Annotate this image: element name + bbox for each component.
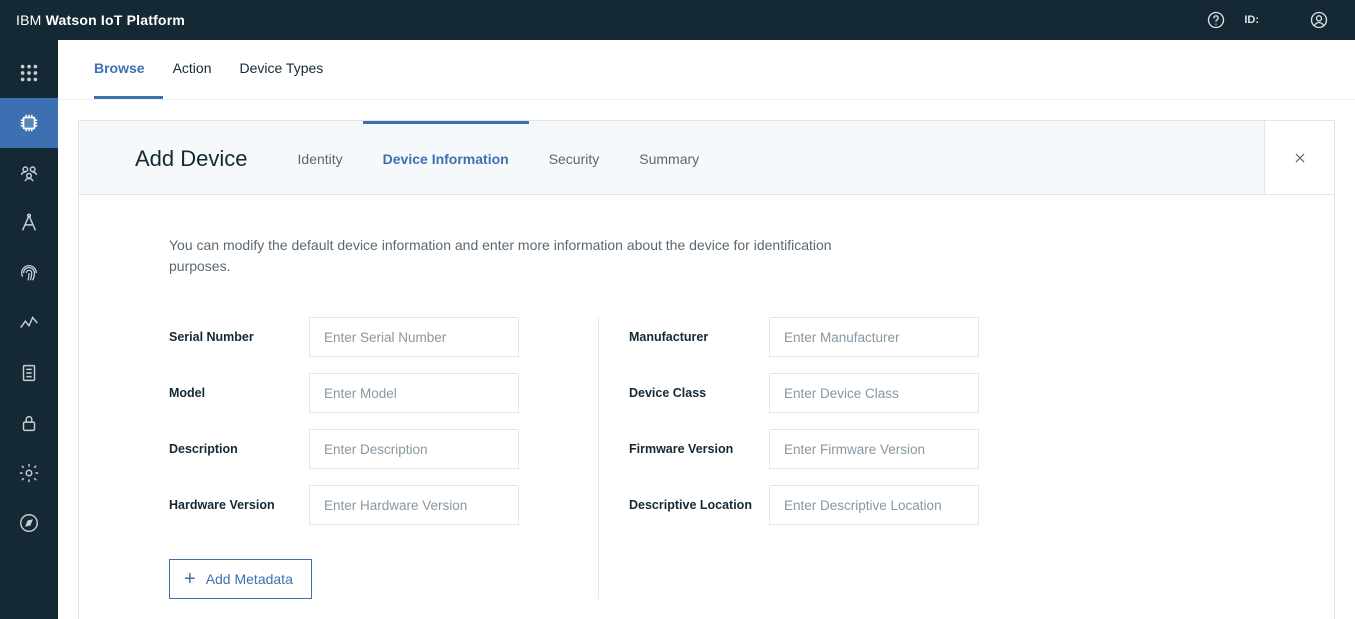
wizard-step-label: Summary (639, 151, 699, 167)
field-hardware-version: Hardware Version (169, 485, 568, 525)
field-label: Manufacturer (629, 330, 769, 344)
sidebar-item-explore[interactable] (0, 498, 58, 548)
tab-device-types[interactable]: Device Types (240, 40, 342, 99)
field-label: Description (169, 442, 309, 456)
tab-action[interactable]: Action (173, 40, 230, 99)
main: Browse Action Device Types Add Device Id… (58, 40, 1355, 619)
id-label: ID: (1244, 14, 1259, 26)
wizard-step-label: Device Information (383, 151, 509, 167)
add-metadata-button[interactable]: + Add Metadata (169, 559, 312, 599)
field-firmware-version: Firmware Version (629, 429, 1029, 469)
brand-prefix: IBM (16, 12, 46, 28)
wizard-step-label: Security (549, 151, 600, 167)
brand-bold: Watson IoT Platform (46, 12, 185, 28)
intro-text: You can modify the default device inform… (169, 235, 869, 277)
close-icon (1293, 151, 1307, 165)
brand: IBM Watson IoT Platform (16, 12, 185, 28)
sidebar-item-apps[interactable] (0, 48, 58, 98)
tab-label: Device Types (240, 60, 324, 76)
model-input[interactable] (309, 373, 519, 413)
wizard-step-security[interactable]: Security (529, 121, 620, 194)
tab-label: Browse (94, 60, 145, 76)
manufacturer-input[interactable] (769, 317, 979, 357)
wizard-step-device-information[interactable]: Device Information (363, 121, 529, 194)
help-icon[interactable] (1196, 0, 1236, 40)
add-device-card: Add Device Identity Device Information S… (78, 120, 1335, 619)
wizard-header: Add Device Identity Device Information S… (79, 121, 1334, 195)
wizard-step-summary[interactable]: Summary (619, 121, 719, 194)
sidebar-item-security[interactable] (0, 398, 58, 448)
sidebar-item-settings[interactable] (0, 448, 58, 498)
form-column-left: Serial Number Model Description (169, 317, 599, 599)
tab-label: Action (173, 60, 212, 76)
plus-icon: + (184, 569, 196, 589)
field-serial-number: Serial Number (169, 317, 568, 357)
top-bar: IBM Watson IoT Platform ID: (0, 0, 1355, 40)
sidebar-item-devices[interactable] (0, 98, 58, 148)
sidebar-item-members[interactable] (0, 148, 58, 198)
field-label: Descriptive Location (629, 498, 769, 512)
add-metadata-label: Add Metadata (206, 571, 293, 587)
wizard-step-label: Identity (298, 151, 343, 167)
close-button[interactable] (1264, 121, 1334, 194)
field-label: Hardware Version (169, 498, 309, 512)
device-class-input[interactable] (769, 373, 979, 413)
user-icon[interactable] (1299, 0, 1339, 40)
firmware-version-input[interactable] (769, 429, 979, 469)
wizard-step-identity[interactable]: Identity (278, 121, 363, 194)
hardware-version-input[interactable] (309, 485, 519, 525)
sidebar-item-fingerprint[interactable] (0, 248, 58, 298)
field-label: Serial Number (169, 330, 309, 344)
form-columns: Serial Number Model Description (169, 317, 1244, 599)
sidebar-item-drafting[interactable] (0, 198, 58, 248)
descriptive-location-input[interactable] (769, 485, 979, 525)
sidebar-item-boards[interactable] (0, 348, 58, 398)
serial-number-input[interactable] (309, 317, 519, 357)
field-device-class: Device Class (629, 373, 1029, 413)
field-descriptive-location: Descriptive Location (629, 485, 1029, 525)
field-manufacturer: Manufacturer (629, 317, 1029, 357)
field-model: Model (169, 373, 568, 413)
form-column-right: Manufacturer Device Class Firmware Versi… (599, 317, 1029, 599)
field-label: Firmware Version (629, 442, 769, 456)
field-label: Device Class (629, 386, 769, 400)
wizard-title: Add Device (79, 121, 278, 194)
field-description: Description (169, 429, 568, 469)
sidebar-item-analytics[interactable] (0, 298, 58, 348)
sidebar (0, 40, 58, 619)
field-label: Model (169, 386, 309, 400)
description-input[interactable] (309, 429, 519, 469)
tab-browse[interactable]: Browse (94, 40, 163, 99)
sub-tabs: Browse Action Device Types (58, 40, 1355, 100)
wizard-body: You can modify the default device inform… (79, 195, 1334, 619)
